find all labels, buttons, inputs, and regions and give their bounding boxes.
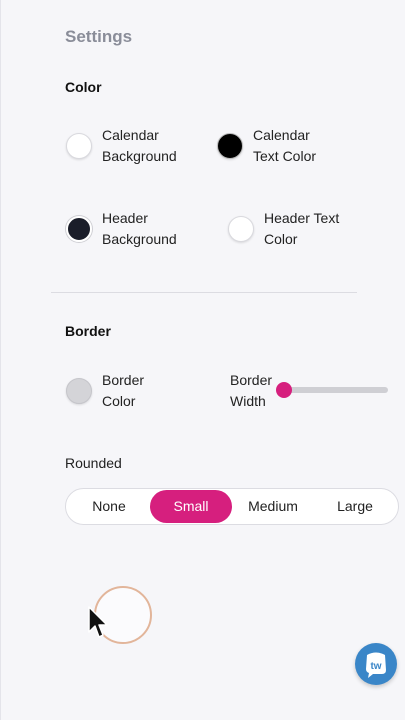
settings-panel: Settings Color Calendar Background Calen… [0, 0, 405, 720]
calendar-background-label: Calendar Background [102, 127, 177, 164]
header-background-swatch[interactable] [66, 216, 92, 242]
header-background-label: Header Background [102, 210, 177, 247]
rounded-segmented-control: None Small Medium Large [65, 488, 399, 525]
chat-help-icon[interactable]: tw [355, 643, 397, 685]
rounded-option-none[interactable]: None [68, 490, 150, 523]
rounded-option-large[interactable]: Large [314, 490, 396, 523]
border-section-title: Border [65, 323, 111, 339]
svg-text:tw: tw [370, 661, 381, 672]
border-width-slider-thumb[interactable] [276, 382, 292, 398]
border-color-swatch[interactable] [66, 378, 92, 404]
calendar-background-swatch[interactable] [66, 133, 92, 159]
header-text-color-swatch[interactable] [228, 216, 254, 242]
header-text-color-setting[interactable]: Header Text Color [228, 208, 360, 250]
section-divider [51, 292, 357, 293]
header-background-setting[interactable]: Header Background [66, 208, 192, 250]
border-width-slider-track[interactable] [284, 387, 388, 393]
border-color-label: Border Color [102, 372, 145, 409]
rounded-option-medium[interactable]: Medium [232, 490, 314, 523]
panel-edge [0, 0, 1, 720]
mouse-cursor-icon [88, 606, 108, 638]
calendar-text-color-label: Calendar Text Color [253, 127, 317, 164]
header-text-color-label: Header Text Color [264, 210, 340, 247]
page-title: Settings [65, 27, 133, 46]
color-section-title: Color [65, 79, 102, 95]
calendar-text-color-swatch[interactable] [217, 133, 243, 159]
rounded-option-small[interactable]: Small [150, 490, 232, 523]
rounded-label: Rounded [65, 455, 122, 471]
border-width-label: Border Width [230, 372, 273, 409]
calendar-text-color-setting[interactable]: Calendar Text Color [217, 125, 333, 167]
calendar-background-setting[interactable]: Calendar Background [66, 125, 192, 167]
border-color-setting[interactable]: Border Color [66, 370, 162, 412]
